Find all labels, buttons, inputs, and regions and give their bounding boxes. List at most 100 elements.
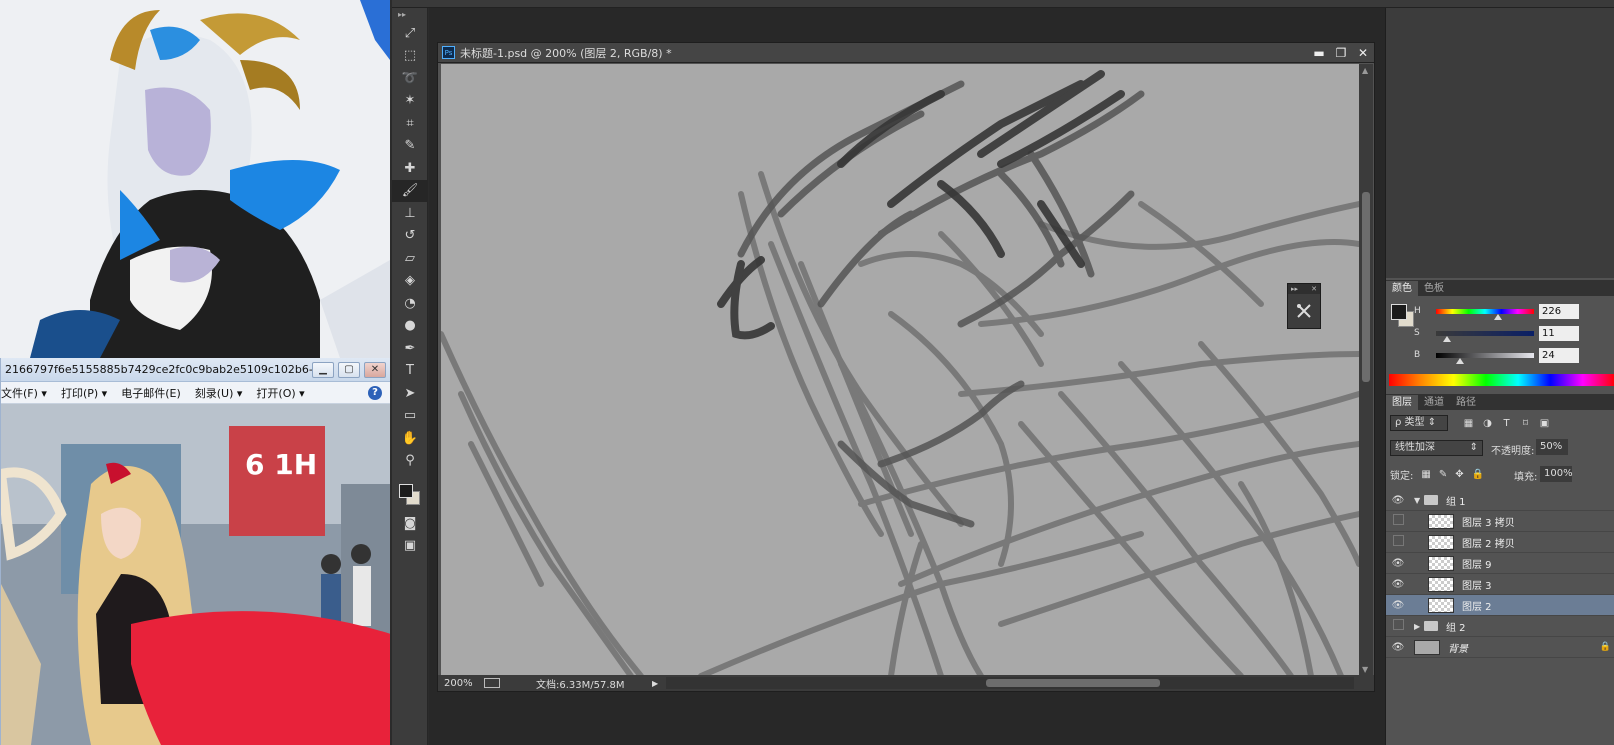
dodge-tool-icon[interactable]: ● [392, 315, 428, 338]
zoom-tool-icon[interactable]: ⚲ [392, 450, 428, 473]
layer-kind-filter-select[interactable]: ρ 类型 ⇕ [1390, 415, 1448, 431]
brightness-track[interactable] [1436, 353, 1534, 358]
minimize-button[interactable]: ▁ [312, 361, 334, 378]
crop-tool-icon[interactable]: ⌗ [392, 112, 428, 135]
close-button[interactable]: ✕ [364, 361, 386, 378]
layer-thumbnail [1428, 513, 1454, 529]
smart-object-filter-icon[interactable]: ▣ [1538, 417, 1551, 430]
photo-viewer-menubar: 文件(F) ▾ 打印(P) ▾ 电子邮件(E) 刻录(U) ▾ 打开(O) ▾ … [1, 382, 390, 404]
horizontal-scroll-thumb[interactable] [986, 679, 1161, 687]
menu-print[interactable]: 打印(P) ▾ [61, 385, 107, 401]
menu-burn[interactable]: 刻录(U) ▾ [195, 385, 243, 401]
layer-visibility-eye-icon[interactable]: 👁 [1386, 558, 1410, 569]
layer-visibility-eye-icon[interactable] [1386, 619, 1410, 633]
move-tool-icon[interactable]: ⤢ [392, 22, 428, 45]
doc-close-button[interactable]: ✕ [1352, 46, 1374, 60]
hue-track[interactable] [1436, 309, 1534, 314]
layer-visibility-eye-icon[interactable]: 👁 [1386, 579, 1410, 590]
paint-bucket-tool-icon[interactable]: ◈ [392, 270, 428, 293]
eyedropper-tool-icon[interactable]: ✎ [392, 135, 428, 158]
lock-image-icon[interactable]: ✎ [1439, 469, 1447, 480]
quick-mask-icon[interactable]: ◙ [392, 512, 428, 535]
photo-viewer-titlebar[interactable]: 2166797f6e5155885b7429ce2fc0c9bab2e5109c… [1, 358, 390, 382]
saturation-slider-knob[interactable] [1442, 336, 1451, 342]
lock-position-icon[interactable]: ✥ [1455, 469, 1463, 480]
eraser-tool-icon[interactable]: ▱ [392, 247, 428, 270]
brightness-slider-knob[interactable] [1455, 358, 1464, 364]
fill-input[interactable]: 100% [1540, 466, 1573, 482]
maximize-button[interactable]: ▢ [338, 361, 360, 378]
doc-maximize-button[interactable]: ❐ [1330, 46, 1352, 60]
tab-layers[interactable]: 图层 [1386, 395, 1418, 410]
layers-panel-tabs: 图层 通道 路径 [1386, 394, 1614, 410]
color-swatches[interactable] [392, 472, 427, 512]
layer-row[interactable]: 图层 3 拷贝 [1386, 511, 1614, 532]
tab-color[interactable]: 颜色 [1386, 281, 1418, 296]
saturation-value-input[interactable]: 11 [1539, 326, 1579, 341]
layer-visibility-eye-icon[interactable] [1386, 514, 1410, 528]
vertical-scroll-thumb[interactable] [1362, 192, 1370, 382]
foreground-color-swatch[interactable] [399, 484, 413, 498]
layer-row[interactable]: 👁 图层 3 [1386, 574, 1614, 595]
blend-mode-select[interactable]: 线性加深 ⇕ [1390, 440, 1483, 456]
history-brush-tool-icon[interactable]: ↺ [392, 225, 428, 248]
color-spectrum-bar[interactable] [1389, 374, 1614, 386]
layer-row[interactable]: 👁 图层 9 [1386, 553, 1614, 574]
shape-filter-icon[interactable]: ⌑ [1519, 417, 1532, 430]
brush-tool-icon[interactable]: 🖌 [392, 179, 428, 202]
type-tool-icon[interactable]: T [392, 360, 428, 383]
healing-brush-tool-icon[interactable]: ✚ [392, 157, 428, 180]
color-panel-foreground-swatch[interactable] [1391, 304, 1407, 320]
pen-tool-icon[interactable]: ✒ [392, 337, 428, 360]
hue-slider-knob[interactable] [1493, 314, 1502, 320]
layer-row[interactable]: 👁 背景 🔒 [1386, 637, 1614, 658]
blur-tool-icon[interactable]: ◔ [392, 292, 428, 315]
status-menu-arrow-icon[interactable]: ▶ [652, 679, 658, 688]
hand-tool-icon[interactable]: ✋ [392, 427, 428, 450]
tab-swatches[interactable]: 色板 [1418, 281, 1450, 296]
drawing-canvas[interactable] [441, 64, 1359, 676]
layer-visibility-eye-icon[interactable] [1386, 535, 1410, 549]
layer-visibility-eye-icon[interactable]: 👁 [1386, 495, 1410, 506]
marquee-tool-icon[interactable]: ⬚ [392, 45, 428, 68]
screen-mode-icon[interactable]: ▣ [392, 535, 428, 558]
lock-transparent-icon[interactable]: ▦ [1421, 469, 1430, 480]
help-icon[interactable]: ? [368, 385, 382, 400]
layer-row[interactable]: ▶ 组 2 [1386, 616, 1614, 637]
horizontal-scrollbar[interactable] [666, 677, 1354, 689]
tool-presets-icon[interactable] [1288, 294, 1320, 328]
layer-visibility-eye-icon[interactable]: 👁 [1386, 600, 1410, 611]
opacity-input[interactable]: 50% [1536, 439, 1568, 455]
layer-row[interactable]: 图层 2 拷贝 [1386, 532, 1614, 553]
type-filter-icon[interactable]: T [1500, 417, 1513, 430]
document-titlebar[interactable]: Ps 未标题-1.psd @ 200% (图层 2, RGB/8) * ▬ ❐ … [438, 43, 1374, 63]
menu-open[interactable]: 打开(O) ▾ [256, 385, 304, 401]
doc-minimize-button[interactable]: ▬ [1308, 46, 1330, 60]
brightness-value-input[interactable]: 24 [1539, 348, 1579, 363]
tab-channels[interactable]: 通道 [1418, 395, 1450, 410]
adjustment-filter-icon[interactable]: ◑ [1481, 417, 1494, 430]
group-expand-toggle-icon[interactable]: ▼ [1414, 496, 1424, 505]
menu-file[interactable]: 文件(F) ▾ [1, 385, 47, 401]
tab-paths[interactable]: 路径 [1450, 395, 1482, 410]
lock-all-icon[interactable]: 🔒 [1472, 469, 1484, 480]
layer-row[interactable]: 👁 ▼ 组 1 [1386, 490, 1614, 511]
shape-tool-icon[interactable]: ▭ [392, 405, 428, 428]
menu-email[interactable]: 电子邮件(E) [121, 385, 181, 401]
floating-panel-header[interactable]: ▸▸ ✕ [1288, 284, 1320, 294]
vertical-scrollbar[interactable]: ▲ ▼ [1359, 64, 1373, 676]
tools-panel-grip[interactable]: ▸▸ [392, 8, 427, 22]
path-selection-tool-icon[interactable]: ➤ [392, 382, 428, 405]
scroll-down-arrow[interactable]: ▼ [1362, 665, 1368, 674]
group-expand-toggle-icon[interactable]: ▶ [1414, 622, 1424, 631]
scroll-up-arrow[interactable]: ▲ [1362, 66, 1368, 75]
magic-wand-tool-icon[interactable]: ✶ [392, 90, 428, 113]
hue-value-input[interactable]: 226 [1539, 304, 1579, 319]
pixel-filter-icon[interactable]: ▦ [1462, 417, 1475, 430]
layer-visibility-eye-icon[interactable]: 👁 [1386, 642, 1410, 653]
zoom-level[interactable]: 200% [438, 678, 484, 689]
layer-row[interactable]: 👁 图层 2 [1386, 595, 1614, 616]
lasso-tool-icon[interactable]: ➰ [392, 67, 428, 90]
proof-icon[interactable] [484, 678, 500, 688]
clone-stamp-tool-icon[interactable]: ⊥ [392, 202, 428, 225]
